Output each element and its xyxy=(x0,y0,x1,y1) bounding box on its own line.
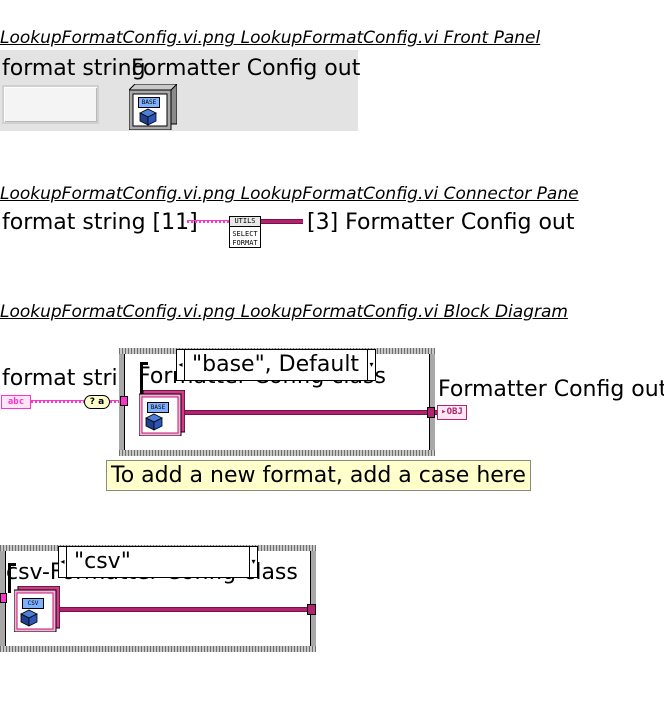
base-constant-tab-icon: BASE xyxy=(147,402,169,413)
connector-class-wire xyxy=(261,219,303,224)
formatter-config-out-terminal[interactable]: ▸OBJ xyxy=(437,405,467,420)
bd-formatter-config-out-label: Formatter Config out xyxy=(438,377,664,402)
formatter-config-indicator[interactable]: BASE xyxy=(129,84,177,130)
case-dropdown-icon[interactable]: ▾ xyxy=(367,350,376,380)
output-tunnel[interactable] xyxy=(427,407,435,418)
connector-pane-heading: LookupFormatConfig.vi.png LookupFormatCo… xyxy=(0,184,579,204)
to-lower-node[interactable]: ? a xyxy=(84,395,110,409)
connector-string-wire xyxy=(187,220,229,223)
cube-icon xyxy=(20,609,38,627)
csv-case-selector-label[interactable]: "csv" xyxy=(58,546,258,578)
case-selector-terminal[interactable] xyxy=(120,396,128,406)
csv-case-frame-bottom xyxy=(0,646,316,652)
cube-icon xyxy=(139,108,157,126)
csv-case-decrement-icon[interactable]: ◂ xyxy=(58,547,67,577)
case-selector-value: "base", Default xyxy=(192,352,360,377)
csv-tab-icon: CSV xyxy=(22,598,44,609)
csv-output-tunnel[interactable] xyxy=(307,604,316,615)
csv-case-selector-value: "csv" xyxy=(74,549,131,574)
format-string-input[interactable] xyxy=(2,85,99,124)
formatter-config-out-label: Formatter Config out xyxy=(131,56,361,81)
case-decrement-icon[interactable]: ◂ xyxy=(176,350,185,380)
format-string-label: format string xyxy=(2,56,146,81)
front-panel-heading: LookupFormatConfig.vi.png LookupFormatCo… xyxy=(0,28,541,48)
csv-case-dropdown-icon[interactable]: ▾ xyxy=(249,547,258,577)
out-terminal-label: ▸OBJ xyxy=(441,407,463,417)
connector-right-label: [3] Formatter Config out xyxy=(307,210,575,235)
format-string-terminal[interactable]: abc xyxy=(1,395,31,409)
subvi-line-select: SELECT xyxy=(232,230,258,238)
cube-icon xyxy=(145,413,163,431)
add-case-comment: To add a new format, add a case here xyxy=(106,460,531,491)
csv-case-selector-terminal[interactable] xyxy=(0,593,7,603)
connector-left-label: format string [11] xyxy=(2,210,198,235)
select-format-subvi-icon[interactable]: UTILS SELECT FORMAT xyxy=(229,216,261,248)
block-diagram-heading: LookupFormatConfig.vi.png LookupFormatCo… xyxy=(0,302,568,322)
subvi-utils-banner: UTILS xyxy=(230,217,260,227)
csv-class-constant[interactable]: CSV xyxy=(14,586,60,632)
base-class-constant[interactable]: BASE xyxy=(139,390,185,436)
subvi-line-format: FORMAT xyxy=(232,239,258,247)
class-wire-csv xyxy=(60,607,308,612)
string-wire-to-compare xyxy=(31,400,84,403)
case-selector-label[interactable]: "base", Default xyxy=(176,349,376,381)
base-tab-icon: BASE xyxy=(138,97,160,108)
class-wire-base xyxy=(185,410,428,415)
case-frame-bottom xyxy=(119,450,435,456)
